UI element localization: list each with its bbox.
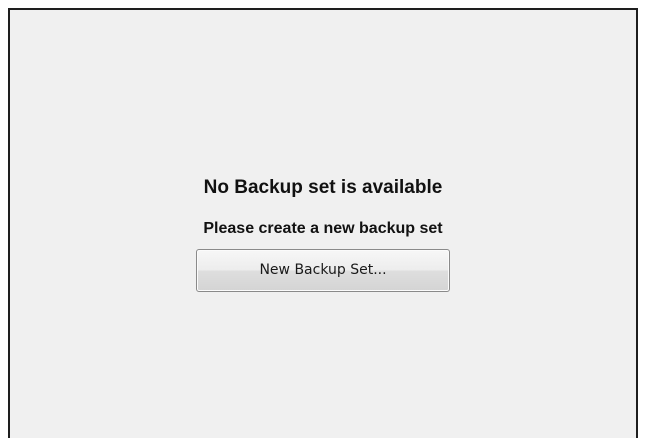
empty-state-title: No Backup set is available xyxy=(203,177,443,198)
backup-sets-panel: No Backup set is available Please create… xyxy=(8,8,638,438)
empty-state-message: Please create a new backup set xyxy=(203,220,443,237)
empty-state: No Backup set is available Please create… xyxy=(10,176,636,292)
new-backup-set-button[interactable]: New Backup Set... xyxy=(196,249,450,292)
